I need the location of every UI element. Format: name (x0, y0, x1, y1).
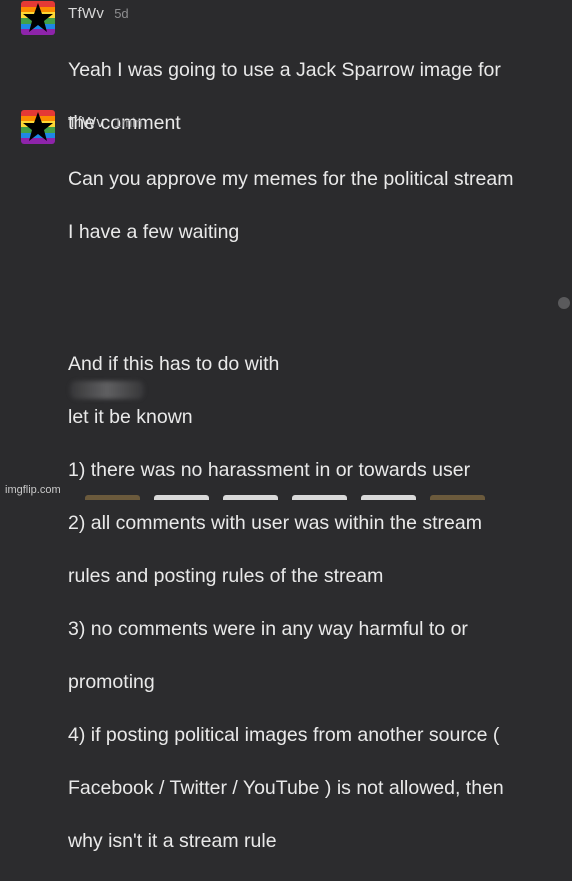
username[interactable]: TfWv (68, 114, 104, 131)
comment-meta: TfWv 5d (68, 5, 129, 22)
scroll-indicator[interactable] (558, 297, 570, 309)
comment-line: And if this has to do with let it be kno… (68, 325, 558, 431)
user-avatar[interactable] (21, 1, 55, 35)
comment-line: I have a few waiting (68, 220, 240, 243)
thumbnail[interactable] (85, 495, 140, 500)
thumbnail[interactable] (223, 495, 278, 500)
redacted-after: let it be known (68, 406, 193, 428)
comment-line: Facebook / Twitter / YouTube ) is not al… (68, 777, 504, 799)
rainbow-star-icon (21, 1, 55, 35)
comment-meta: TfWv 1min (68, 114, 142, 131)
comment-line: promoting (68, 671, 155, 693)
redacted-before: And if this has to do with (68, 353, 280, 375)
redacted-username (70, 380, 144, 399)
watermark: imgflip.com (5, 484, 61, 496)
timestamp: 5d (114, 6, 129, 21)
comment-line: 4) if posting political images from anot… (68, 724, 500, 746)
image-thumbnail-strip (85, 495, 485, 500)
comment-thread: TfWv 5d Yeah I was going to use a Jack S… (0, 0, 572, 852)
user-avatar[interactable] (21, 110, 55, 144)
thumbnail[interactable] (430, 495, 485, 500)
comment-line: rules and posting rules of the stream (68, 565, 384, 587)
comment-body: Can you approve my memes for the politic… (68, 139, 558, 881)
comment-line: Yeah I was going to use a Jack Sparrow i… (68, 58, 501, 81)
comment-line: why isn't it a stream rule (68, 830, 277, 852)
comment-line: 2) all comments with user was within the… (68, 512, 482, 534)
username[interactable]: TfWv (68, 5, 104, 22)
comment-line: 3) no comments were in any way harmful t… (68, 618, 468, 640)
rainbow-star-icon (21, 110, 55, 144)
thumbnail[interactable] (361, 495, 416, 500)
thumbnail[interactable] (154, 495, 209, 500)
comment-line: 1) there was no harassment in or towards… (68, 459, 471, 481)
comment-line: Can you approve my memes for the politic… (68, 167, 514, 190)
thumbnail[interactable] (292, 495, 347, 500)
timestamp: 1min (114, 115, 143, 130)
